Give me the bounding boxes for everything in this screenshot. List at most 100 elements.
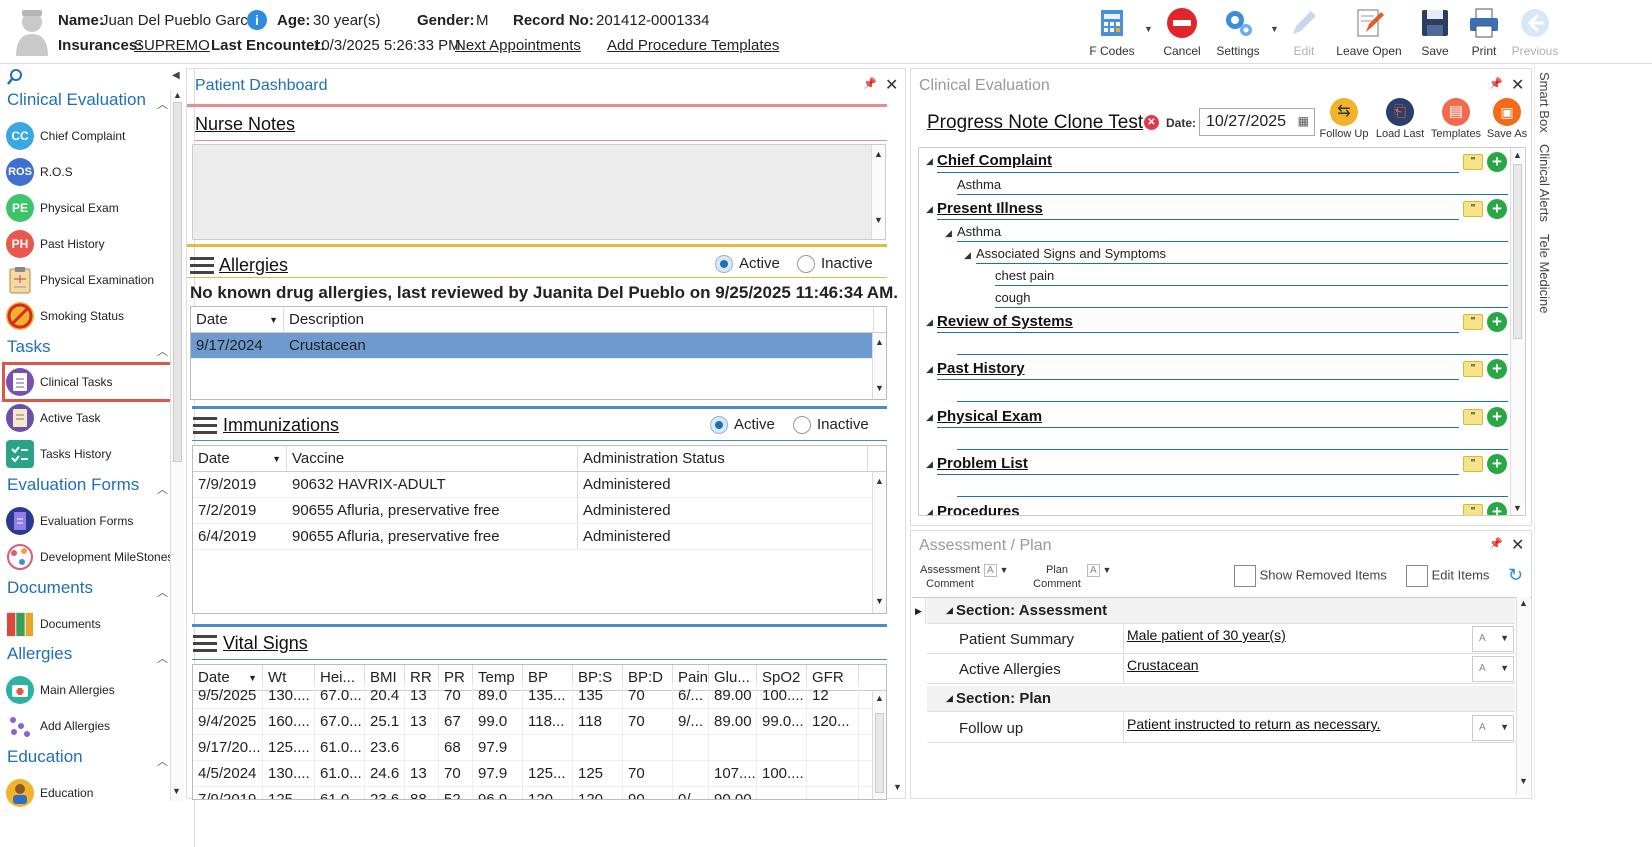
review-of-systems-section[interactable]: Review of Systems [937,313,1073,330]
chevron-up-icon[interactable]: ︿ [157,753,168,769]
comment-dropdown[interactable]: A ▼ [1472,626,1514,652]
scroll-down-icon[interactable]: ▼ [1517,776,1530,786]
templates-button[interactable]: ▤ Templates [1430,98,1482,140]
scrollbar-thumb[interactable] [875,713,884,793]
fcodes-button[interactable]: F Codes [1081,6,1143,62]
sidebar-item-physical-exam[interactable]: PE Physical Exam [6,191,184,225]
comment-dropdown[interactable]: A ▼ [1472,715,1514,741]
sidebar-item-education[interactable]: Education [6,776,184,810]
quote-icon[interactable]: " [1463,456,1483,472]
scroll-up-icon[interactable]: ▲ [171,90,184,100]
allergies-scrollbar[interactable]: ▲ ▼ [872,333,886,399]
cancel-button[interactable]: Cancel [1151,6,1213,62]
expand-triangle-icon[interactable]: ◢ [926,459,933,470]
smart-box-tab[interactable]: Smart Box [1537,72,1552,133]
collapse-sidebar-icon[interactable]: ◀ [172,70,180,81]
quote-icon[interactable]: " [1463,201,1483,217]
scrollbar-thumb[interactable] [173,102,182,462]
expand-triangle-icon[interactable]: ◢ [926,412,933,423]
previous-button[interactable]: Previous [1504,6,1566,62]
close-icon[interactable]: ✕ [885,75,898,95]
section-plan-row[interactable]: ◢ Section: Plan [927,686,1515,712]
edit-items-checkbox[interactable]: Edit Items [1406,565,1489,587]
sidebar-section-tasks[interactable]: Tasks [7,337,50,357]
comment-dropdown[interactable]: A ▼ [1472,656,1514,682]
scrollbar-thumb[interactable] [1513,164,1522,339]
follow-up-row[interactable]: Follow up Patient instructed to return a… [927,713,1515,743]
close-icon[interactable]: ✕ [1511,75,1524,95]
clinical-alerts-tab[interactable]: Clinical Alerts [1537,144,1552,222]
immunizations-active-radio[interactable]: Active [710,416,775,435]
immunizations-inactive-radio[interactable]: Inactive [793,416,869,435]
menu-icon[interactable] [190,257,214,275]
add-icon[interactable]: + [1487,199,1507,219]
pin-icon[interactable]: 📌 [1489,537,1503,550]
close-icon[interactable]: ✕ [1511,535,1524,555]
table-row[interactable]: 4/5/2024 130.... 61.0... 24.6 13 70 97.9 125...… [193,761,886,787]
vitals-scrollbar[interactable]: ▲ [872,691,886,799]
sidebar-section-evaluation-forms[interactable]: Evaluation Forms [7,475,139,495]
problem-list-section[interactable]: Problem List [937,455,1028,472]
column-header-description[interactable]: Description [284,307,874,332]
add-icon[interactable]: + [1487,152,1507,172]
chevron-up-icon[interactable]: ︿ [157,584,168,600]
expand-triangle-icon[interactable]: ◢ [946,693,953,704]
quote-icon[interactable]: " [1463,154,1483,170]
table-row[interactable]: 9/4/2025 160.... 67.0... 25.1 13 67 99.0 118...… [193,709,886,735]
sidebar-item-documents[interactable]: Documents [6,607,184,641]
present-illness-section[interactable]: Present Illness [937,200,1043,217]
past-history-section[interactable]: Past History [937,360,1025,377]
assessment-comment-dropdown[interactable]: A ▼ [984,564,1026,591]
next-appointments-link[interactable]: Next Appointments [455,37,581,54]
refresh-icon[interactable]: ↻ [1508,565,1523,586]
tele-medicine-tab[interactable]: Tele Medicine [1537,234,1552,314]
symptom-item[interactable]: cough [995,290,1030,305]
assessment-scrollbar[interactable]: ▲ ▼ [1516,597,1530,795]
column-header-vaccine[interactable]: Vaccine [287,446,578,471]
info-icon[interactable]: i [247,10,267,30]
insurance-link[interactable]: SUPREMO [134,37,210,54]
sidebar-item-development-milestones[interactable]: Development MileStones [6,540,184,574]
sidebar-item-tasks-history[interactable]: Tasks History [6,437,184,471]
add-icon[interactable]: + [1487,407,1507,427]
follow-up-button[interactable]: ⇆ Follow Up [1318,98,1370,140]
menu-icon[interactable] [193,635,217,653]
add-icon[interactable]: + [1487,312,1507,332]
associated-signs-item[interactable]: Associated Signs and Symptoms [976,246,1166,261]
quote-icon[interactable]: " [1463,409,1483,425]
sidebar-item-active-task[interactable]: Active Task [6,401,184,435]
sidebar-item-main-allergies[interactable]: Main Allergies [6,673,184,707]
sidebar-section-allergies[interactable]: Allergies [7,644,72,664]
expand-triangle-icon[interactable]: ◢ [945,228,952,239]
scroll-down-icon[interactable]: ▼ [873,596,886,606]
calendar-icon[interactable]: ▦ [1298,114,1309,128]
pin-icon[interactable]: 📌 [1489,77,1503,90]
table-row[interactable]: 7/9/2019 125 61.0 23.6 88 52 96.9 120 120 90 0/90.… [193,787,886,799]
scroll-down-icon[interactable]: ▼ [873,383,886,393]
sidebar-item-smoking-status[interactable]: Smoking Status [6,299,184,333]
pin-icon[interactable]: 📌 [863,77,877,90]
load-last-button[interactable]: ⎗ Load Last [1374,98,1426,140]
scroll-up-icon[interactable]: ▲ [873,337,886,347]
clinical-tree-scrollbar[interactable]: ▲ [1510,148,1524,515]
table-row[interactable]: 6/4/2019 90655 Afluria, preservative fre… [193,524,886,550]
chevron-up-icon[interactable]: ︿ [157,481,168,497]
procedures-section[interactable]: Procedures [937,503,1020,515]
add-icon[interactable]: + [1487,359,1507,379]
plan-comment-dropdown[interactable]: A ▼ [1087,564,1129,591]
scroll-down-icon[interactable]: ▼ [1513,503,1522,513]
scroll-up-icon[interactable]: ▲ [1511,150,1524,160]
quote-icon[interactable]: " [1463,361,1483,377]
scroll-down-icon[interactable]: ▼ [172,786,181,796]
scroll-up-icon[interactable]: ▲ [873,476,886,486]
patient-summary-value[interactable]: Male patient of 30 year(s) [1127,627,1286,643]
chief-complaint-value[interactable]: Asthma [957,177,1001,192]
allergies-inactive-radio[interactable]: Inactive [797,255,873,274]
leave-open-button[interactable]: Leave Open [1336,6,1402,62]
table-row[interactable]: 7/9/2019 90632 HAVRIX-ADULT Administered [193,472,886,498]
settings-button[interactable]: Settings [1207,6,1269,62]
sidebar-section-documents[interactable]: Documents [7,578,93,598]
chevron-up-icon[interactable]: ︿ [157,650,168,666]
expand-triangle-icon[interactable]: ◢ [926,364,933,375]
edit-button[interactable]: Edit [1273,6,1335,62]
